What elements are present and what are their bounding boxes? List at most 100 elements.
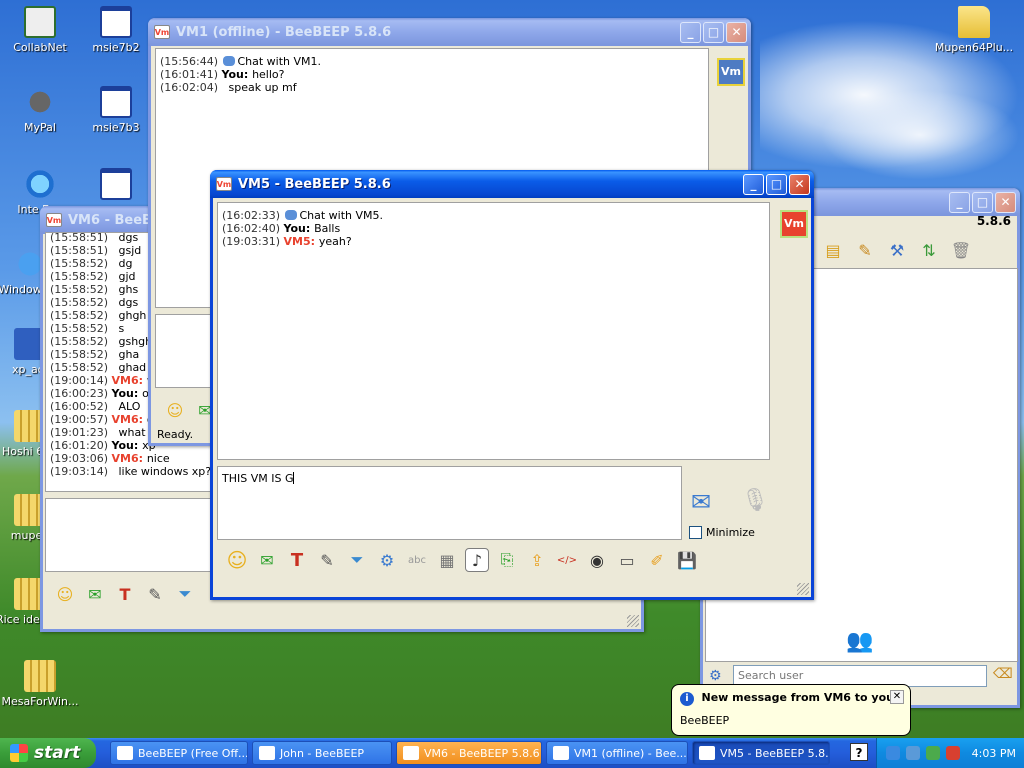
- emoticon-icon[interactable]: ☺: [225, 548, 249, 572]
- maximize-button[interactable]: □: [766, 173, 787, 195]
- message-text: like windows xp?: [118, 465, 212, 478]
- volume-icon[interactable]: [925, 746, 940, 760]
- edit-icon[interactable]: ✎: [853, 238, 877, 262]
- color-icon[interactable]: ✎: [143, 582, 167, 606]
- filter-icon[interactable]: ⏷: [345, 548, 369, 572]
- chat-message: (16:02:33) Chat with VM5.: [222, 209, 765, 222]
- vm1-toolbar: ☺ ✉: [163, 398, 217, 422]
- internet-explorer-icon: [24, 168, 56, 200]
- clear-search-icon[interactable]: ⌫: [993, 666, 1013, 682]
- chat-message: (16:02:40) You: Balls: [222, 222, 765, 235]
- vm1-avatar[interactable]: Vm: [717, 58, 745, 86]
- vm5-avatar[interactable]: Vm: [780, 210, 808, 238]
- minimize-button[interactable]: _: [680, 21, 701, 43]
- system-tray: 4:03 PM: [876, 738, 1024, 768]
- maximize-button[interactable]: □: [972, 191, 993, 213]
- microphone-icon[interactable]: 🎙: [741, 488, 769, 513]
- chat-message: (16:01:41) You: hello?: [160, 68, 704, 81]
- beebeep-icon: [117, 746, 133, 760]
- save-icon[interactable]: 💾: [675, 548, 699, 572]
- close-notification-button[interactable]: ✕: [890, 690, 904, 704]
- minimize-checkbox[interactable]: [689, 526, 702, 539]
- minimize-button[interactable]: _: [743, 173, 764, 195]
- folder-icon: [958, 6, 990, 38]
- desktop-icon-mypal[interactable]: MyPal: [0, 86, 80, 134]
- task-beebeep-free[interactable]: BeeBEEP (Free Off...: [110, 741, 248, 765]
- windows-logo-icon: [10, 744, 28, 762]
- share-icon[interactable]: ⇅: [917, 238, 941, 262]
- resize-grip[interactable]: [627, 615, 639, 627]
- message-time: (15:58:52): [50, 348, 112, 361]
- message-time: (16:01:41): [160, 68, 222, 81]
- send-file-icon[interactable]: ✉: [255, 548, 279, 572]
- message-text: dg: [118, 257, 133, 270]
- desktop-icon-mupen64plus[interactable]: Mupen64Plu...: [934, 6, 1014, 54]
- maximize-button[interactable]: □: [703, 21, 724, 43]
- vm1-status-text: Ready.: [157, 428, 194, 441]
- gear-icon[interactable]: ⚙: [709, 668, 722, 684]
- desktop-icon-mesa[interactable]: MesaForWin...: [0, 660, 80, 708]
- close-button[interactable]: ✕: [789, 173, 810, 195]
- network-icon[interactable]: [885, 746, 900, 760]
- vm5-titlebar[interactable]: Vm VM5 - BeeBEEP 5.8.6 _ □ ✕: [210, 170, 814, 198]
- message-time: (15:58:52): [50, 270, 112, 283]
- send-icon[interactable]: ✉: [83, 582, 107, 606]
- desktop-icon-window[interactable]: [76, 168, 156, 203]
- emoticon-icon[interactable]: ☺: [53, 582, 77, 606]
- chat-message: (15:56:44) Chat with VM1.: [160, 55, 704, 68]
- notes-icon[interactable]: ✐: [645, 548, 669, 572]
- message-text: Chat with VM5.: [299, 209, 384, 222]
- security-shield-icon[interactable]: [945, 746, 960, 760]
- message-text: ghgh: [118, 309, 147, 322]
- vm5-message-list: (16:02:33) Chat with VM5. (16:02:40) You:…: [222, 209, 765, 248]
- resize-grip[interactable]: [797, 583, 809, 595]
- message-text: hello?: [252, 68, 285, 81]
- user-folder-icon[interactable]: ▤: [821, 238, 845, 262]
- minimize-button[interactable]: _: [949, 191, 970, 213]
- close-button[interactable]: ✕: [995, 191, 1016, 213]
- font-icon[interactable]: T: [285, 548, 309, 572]
- window-icon: [100, 6, 132, 38]
- help-icon[interactable]: ?: [850, 743, 868, 761]
- spellcheck-icon[interactable]: abc: [405, 548, 429, 572]
- html-code-icon[interactable]: </>: [555, 548, 579, 572]
- share-file-icon[interactable]: ⇪: [525, 548, 549, 572]
- message-time: (15:58:52): [50, 309, 112, 322]
- task-vm1[interactable]: VM1 (offline) - Bee...: [546, 741, 688, 765]
- save-chat-icon[interactable]: ⎘: [495, 548, 519, 572]
- desktop-icon-msie7b3[interactable]: msie7b3: [76, 86, 156, 134]
- clock: 4:03 PM: [971, 746, 1016, 760]
- filter-icon[interactable]: ⏷: [173, 582, 197, 606]
- tools-icon[interactable]: ⚒: [885, 238, 909, 262]
- vm5-chat-window[interactable]: Vm VM5 - BeeBEEP 5.8.6 _ □ ✕ (16:02:33) …: [210, 170, 814, 600]
- music-note-icon[interactable]: ♪: [465, 548, 489, 572]
- raccoon-icon: [24, 86, 56, 118]
- desktop-icon-msie7b2[interactable]: msie7b2: [76, 6, 156, 54]
- message-time: (15:58:52): [50, 361, 112, 374]
- vm1-titlebar[interactable]: Vm VM1 (offline) - BeeBEEP 5.8.6 _ □ ✕: [148, 18, 751, 46]
- task-john[interactable]: John - BeeBEEP: [252, 741, 392, 765]
- window-icon: [100, 86, 132, 118]
- message-text: Balls: [314, 222, 341, 235]
- message-time: (16:02:40): [222, 222, 284, 235]
- terminal-icon[interactable]: ▭: [615, 548, 639, 572]
- message-sender: VM6:: [111, 413, 147, 426]
- task-vm5[interactable]: VM5 - BeeBEEP 5.8.6: [692, 741, 830, 765]
- notification-balloon[interactable]: i New message from VM6 to you BeeBEEP ✕: [671, 684, 911, 736]
- send-message-icon[interactable]: ✉: [691, 488, 711, 516]
- task-vm6[interactable]: VM6 - BeeBEEP 5.8.6: [396, 741, 542, 765]
- screenshot-icon[interactable]: ◉: [585, 548, 609, 572]
- desktop-icon-collabnet[interactable]: CollabNet: [0, 6, 80, 54]
- minimize-checkbox-row[interactable]: Minimize: [689, 526, 755, 539]
- font-icon[interactable]: T: [113, 582, 137, 606]
- beebeep-tray-icon[interactable]: [905, 746, 920, 760]
- dictionary-icon[interactable]: ▦: [435, 548, 459, 572]
- message-sender: You:: [111, 387, 143, 400]
- text-color-icon[interactable]: ✎: [315, 548, 339, 572]
- settings-gear-icon[interactable]: ⚙: [375, 548, 399, 572]
- emoticon-icon[interactable]: ☺: [163, 398, 187, 422]
- trash-icon[interactable]: 🗑: [949, 238, 973, 262]
- start-button[interactable]: start: [0, 738, 96, 768]
- vm5-message-input[interactable]: THIS VM IS G: [217, 466, 682, 540]
- close-button[interactable]: ✕: [726, 21, 747, 43]
